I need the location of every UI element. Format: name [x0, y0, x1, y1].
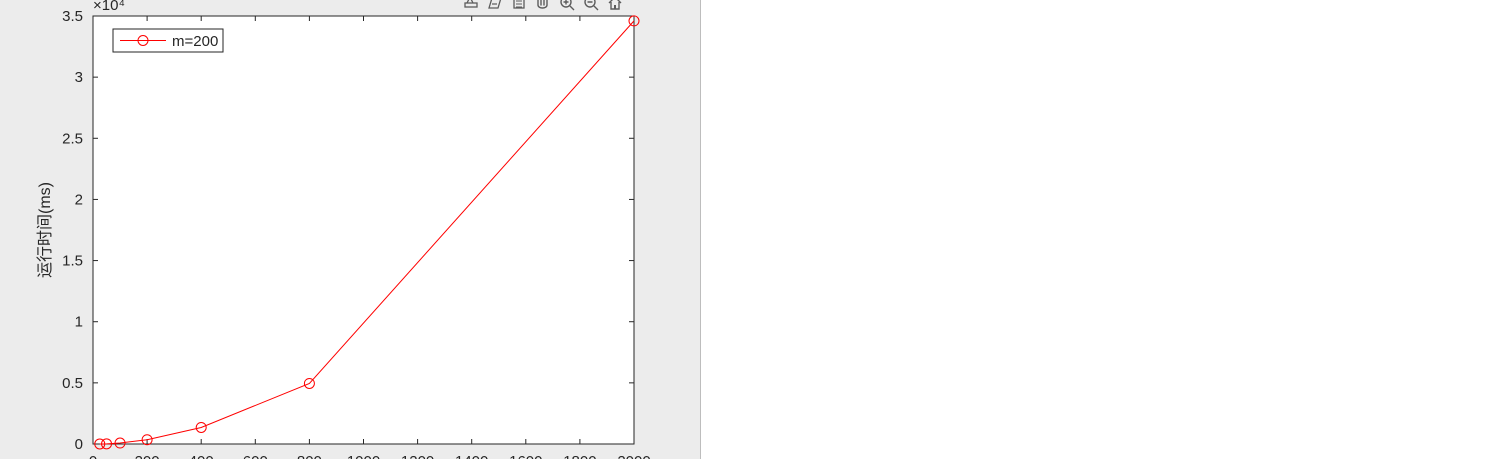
blank-canvas-area — [701, 0, 1486, 459]
y-tick-label: 3.5 — [62, 8, 83, 25]
plot-background — [93, 16, 634, 444]
x-tick-label: 200 — [135, 453, 160, 459]
axes-toolbar — [460, 0, 640, 12]
y-tick-label: 2 — [75, 191, 83, 208]
x-tick-label: 1600 — [509, 453, 542, 459]
home-icon[interactable] — [604, 0, 625, 11]
x-tick-label: 1200 — [401, 453, 434, 459]
pan-icon[interactable] — [532, 0, 553, 11]
x-tick-label: 2000 — [617, 453, 650, 459]
y-exponent-label: ×10⁴ — [93, 0, 125, 14]
x-tick-label: 600 — [243, 453, 268, 459]
data-tip-icon[interactable] — [484, 0, 505, 11]
x-tick-label: 0 — [89, 453, 97, 459]
brush-icon[interactable] — [460, 0, 481, 11]
zoom-out-icon[interactable] — [580, 0, 601, 11]
y-tick-label: 0.5 — [62, 375, 83, 392]
data-cursor-icon[interactable] — [508, 0, 529, 11]
figure-window: 0 200 400 600 800 1000 1200 1400 1600 1800 2000 0 0… — [0, 0, 701, 459]
legend-label: m=200 — [172, 33, 218, 50]
zoom-in-icon[interactable] — [556, 0, 577, 11]
y-tick-label: 1.5 — [62, 253, 83, 270]
x-tick-label: 1400 — [455, 453, 488, 459]
legend: m=200 — [112, 28, 224, 53]
y-tick-label: 3 — [75, 69, 83, 86]
y-axis-label: 运行时间(ms) — [36, 182, 54, 278]
x-tick-label: 1800 — [563, 453, 596, 459]
y-tick-label: 1 — [75, 314, 83, 331]
y-tick-label: 2.5 — [62, 130, 83, 147]
y-tick-label: 0 — [75, 436, 83, 453]
x-tick-label: 1000 — [347, 453, 380, 459]
x-tick-label: 400 — [189, 453, 214, 459]
line-chart: 0 200 400 600 800 1000 1200 1400 1600 1800 2000 0 0… — [36, 0, 651, 459]
x-tick-label: 800 — [297, 453, 322, 459]
